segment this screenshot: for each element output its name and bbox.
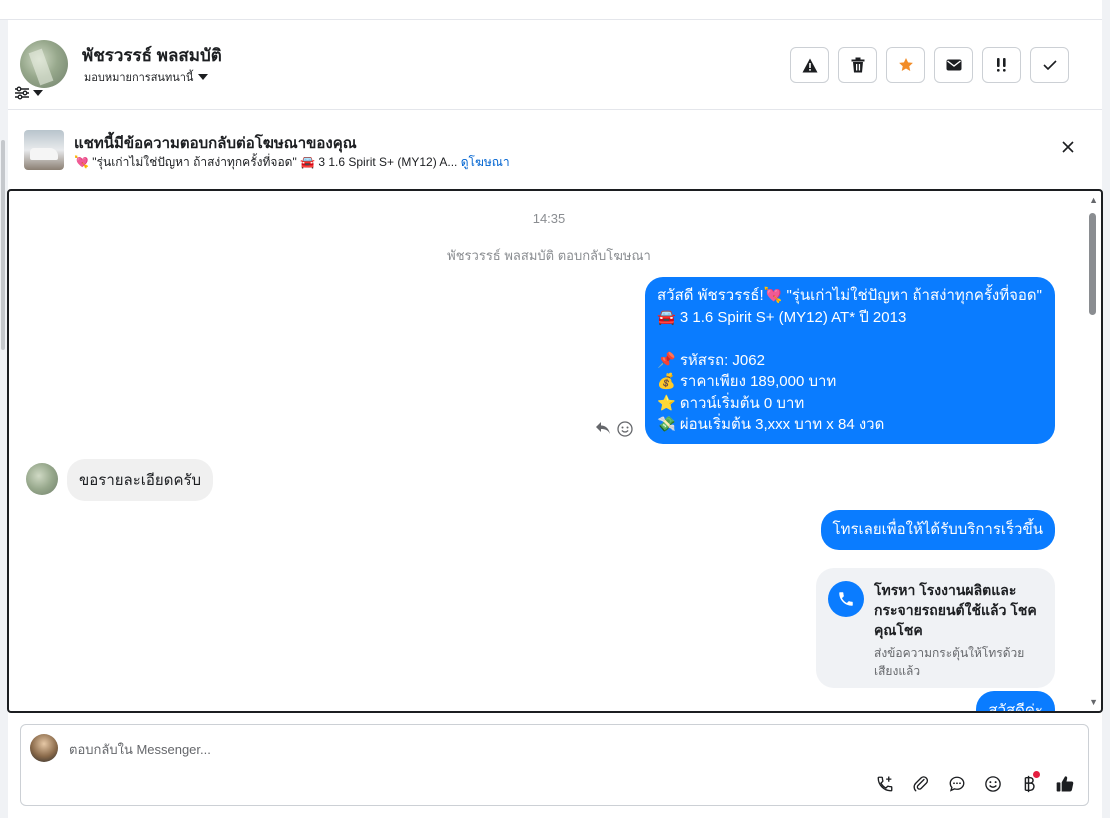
close-icon (1062, 141, 1074, 153)
like-button[interactable] (1054, 773, 1076, 795)
scroll-up-arrow-icon[interactable]: ▲ (1089, 195, 1098, 205)
warning-icon (802, 58, 817, 72)
ad-snippet-emoji: 💘 (74, 155, 89, 169)
exclamation-icon (996, 58, 1006, 72)
outgoing-message-partial[interactable]: สวัสดีค่ะ (976, 691, 1055, 711)
message-line: 📌 รหัสรถ: J062 (657, 351, 765, 369)
message-composer[interactable]: ตอบกลับใน Messenger... (20, 724, 1089, 806)
scroll-down-arrow-icon[interactable]: ▼ (1089, 697, 1098, 707)
saved-replies-tool[interactable] (946, 773, 968, 795)
reply-icon[interactable] (595, 421, 611, 435)
attach-tool[interactable] (910, 773, 932, 795)
left-scrollbar[interactable] (1, 140, 5, 350)
paperclip-icon (913, 776, 929, 792)
caret-down-icon (33, 90, 43, 96)
thumbs-up-icon (1056, 776, 1074, 792)
emoji-tool[interactable] (982, 773, 1004, 795)
filter-control[interactable] (14, 86, 44, 100)
report-button[interactable] (790, 47, 829, 83)
outgoing-message[interactable]: โทรเลยเพื่อให้ได้รับบริการเร็วขึ้น (820, 510, 1055, 550)
right-panel-edge (1102, 0, 1110, 818)
baht-icon (1024, 775, 1035, 793)
chat-bubble-icon (949, 776, 965, 792)
conversation-header: พัชรวรรธ์ พลสมบัติ มอบหมายการสนทนานี้ (8, 20, 1102, 110)
message-line: 💰 ราคาเพียง 189,000 บาท (657, 373, 837, 390)
phone-plus-icon (877, 776, 893, 792)
system-message: พัชรวรรธ์ พลสมบัติ ตอบกลับโฆษณา (447, 248, 651, 263)
scroll-thumb[interactable] (1089, 213, 1096, 315)
call-request-tool[interactable] (874, 773, 896, 795)
browser-top-strip (0, 0, 1110, 20)
emoji-react-icon[interactable] (617, 421, 633, 437)
reply-input[interactable]: ตอบกลับใน Messenger... (69, 739, 211, 760)
ad-thumbnail[interactable] (24, 130, 64, 170)
page-avatar (30, 734, 58, 762)
incoming-message[interactable]: ขอรายละเอียดครับ (67, 459, 214, 501)
close-banner-button[interactable] (1062, 140, 1074, 158)
outgoing-ad-reply-message[interactable]: สวัสดี พัชรวรรธ์!💘 "รุ่นเก่าไม่ใช่ปัญหา … (645, 277, 1055, 444)
check-icon (1042, 60, 1057, 70)
ad-banner-title: แชทนี้มีข้อความตอบกลับต่อโฆษณาของคุณ (74, 135, 357, 152)
message-actions (595, 421, 633, 437)
mark-done-button[interactable] (1030, 47, 1069, 83)
notification-dot (1033, 771, 1040, 778)
view-ad-link[interactable]: ดูโฆษณา (461, 155, 510, 169)
call-request-card[interactable]: โทรหา โรงงานผลิตและกระจายรถยนต์ใช้แล้ว โ… (816, 568, 1055, 688)
sliders-icon (15, 86, 29, 100)
ad-banner-snippet: 💘 "รุ่นเก่าไม่ใช่ปัญหา ถ้าสง่าทุกครั้งที… (74, 153, 510, 172)
call-card-subtitle: ส่งข้อความกระตุ้นให้โทรด้วยเสียงแล้ว (874, 646, 1025, 678)
thread-scrollbar[interactable]: ▲ ▼ (1085, 191, 1101, 711)
star-icon (898, 58, 913, 71)
assign-label: มอบหมายการสนทนานี้ (84, 72, 194, 84)
ad-snippet-text: "รุ่นเก่าไม่ใช่ปัญหา ถ้าสง่าทุกครั้งที่จ… (92, 155, 458, 169)
call-card-title: โทรหา โรงงานผลิตและกระจายรถยนต์ใช้แล้ว โ… (874, 582, 1037, 638)
message-line: 🚘 3 1.6 Spirit S+ (MY12) AT* ปี 2013 (657, 308, 907, 326)
message-line: 💸 ผ่อนเริ่มต้น 3,xxx บาท x 84 งวด (657, 416, 885, 433)
payment-tool[interactable] (1018, 771, 1040, 795)
message-thread[interactable]: 14:35 พัชรวรรธ์ พลสมบัติ ตอบกลับโฆษณา สว… (7, 189, 1103, 713)
contact-name[interactable]: พัชรวรรธ์ พลสมบัติ (82, 42, 222, 69)
header-actions (790, 47, 1069, 83)
message-line: ⭐ ดาวน์เริ่มต้น 0 บาท (657, 394, 805, 412)
delete-button[interactable] (838, 47, 877, 83)
trash-icon (851, 57, 864, 73)
thread-timestamp: 14:35 (532, 211, 566, 226)
contact-avatar[interactable] (20, 40, 68, 88)
star-button[interactable] (886, 47, 925, 83)
message-line-blank (657, 328, 1043, 350)
follow-up-button[interactable] (982, 47, 1021, 83)
caret-down-icon (198, 74, 209, 80)
assign-dropdown[interactable]: มอบหมายการสนทนานี้ (84, 68, 209, 86)
ad-reply-banner: แชทนี้มีข้อความตอบกลับต่อโฆษณาของคุณ 💘 "… (8, 110, 1102, 190)
contact-avatar-small[interactable] (26, 463, 58, 495)
phone-icon (828, 581, 864, 617)
envelope-icon (946, 59, 961, 71)
message-line: สวัสดี พัชรวรรธ์!💘 "รุ่นเก่าไม่ใช่ปัญหา … (657, 287, 1042, 304)
mark-unread-button[interactable] (934, 47, 973, 83)
composer-tools (874, 771, 1076, 795)
smiley-icon (985, 776, 1001, 792)
